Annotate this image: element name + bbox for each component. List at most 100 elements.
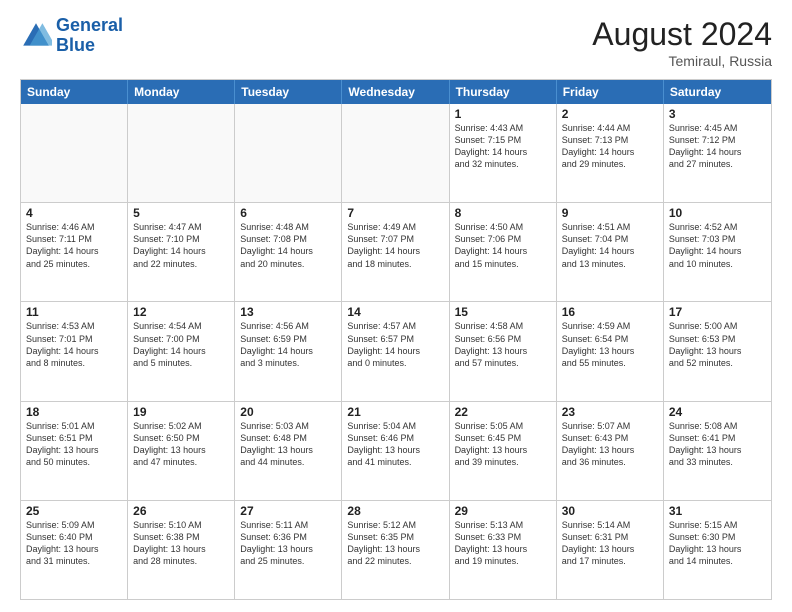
month-year: August 2024	[592, 16, 772, 53]
cal-cell-4-1: 18Sunrise: 5:01 AM Sunset: 6:51 PM Dayli…	[21, 402, 128, 500]
page: General Blue August 2024 Temiraul, Russi…	[0, 0, 792, 612]
cal-cell-2-7: 10Sunrise: 4:52 AM Sunset: 7:03 PM Dayli…	[664, 203, 771, 301]
cal-cell-5-2: 26Sunrise: 5:10 AM Sunset: 6:38 PM Dayli…	[128, 501, 235, 599]
cal-cell-1-2	[128, 104, 235, 202]
logo-text: General Blue	[56, 16, 123, 56]
day-number: 6	[240, 206, 336, 220]
cal-cell-3-2: 12Sunrise: 4:54 AM Sunset: 7:00 PM Dayli…	[128, 302, 235, 400]
calendar-body: 1Sunrise: 4:43 AM Sunset: 7:15 PM Daylig…	[21, 104, 771, 599]
header-friday: Friday	[557, 80, 664, 104]
cell-text: Sunrise: 4:44 AM Sunset: 7:13 PM Dayligh…	[562, 122, 658, 171]
cal-cell-5-3: 27Sunrise: 5:11 AM Sunset: 6:36 PM Dayli…	[235, 501, 342, 599]
day-number: 11	[26, 305, 122, 319]
day-number: 23	[562, 405, 658, 419]
day-number: 2	[562, 107, 658, 121]
cal-row-3: 11Sunrise: 4:53 AM Sunset: 7:01 PM Dayli…	[21, 301, 771, 400]
cell-text: Sunrise: 4:50 AM Sunset: 7:06 PM Dayligh…	[455, 221, 551, 270]
cell-text: Sunrise: 4:57 AM Sunset: 6:57 PM Dayligh…	[347, 320, 443, 369]
cell-text: Sunrise: 5:04 AM Sunset: 6:46 PM Dayligh…	[347, 420, 443, 469]
cal-cell-2-1: 4Sunrise: 4:46 AM Sunset: 7:11 PM Daylig…	[21, 203, 128, 301]
cell-text: Sunrise: 5:12 AM Sunset: 6:35 PM Dayligh…	[347, 519, 443, 568]
cal-cell-2-4: 7Sunrise: 4:49 AM Sunset: 7:07 PM Daylig…	[342, 203, 449, 301]
cal-cell-5-5: 29Sunrise: 5:13 AM Sunset: 6:33 PM Dayli…	[450, 501, 557, 599]
day-number: 20	[240, 405, 336, 419]
location: Temiraul, Russia	[592, 53, 772, 69]
day-number: 5	[133, 206, 229, 220]
logo: General Blue	[20, 16, 123, 56]
cal-cell-5-7: 31Sunrise: 5:15 AM Sunset: 6:30 PM Dayli…	[664, 501, 771, 599]
logo-line1: General	[56, 16, 123, 36]
cal-cell-1-3	[235, 104, 342, 202]
calendar-header: Sunday Monday Tuesday Wednesday Thursday…	[21, 80, 771, 104]
header-monday: Monday	[128, 80, 235, 104]
header-tuesday: Tuesday	[235, 80, 342, 104]
cal-cell-3-4: 14Sunrise: 4:57 AM Sunset: 6:57 PM Dayli…	[342, 302, 449, 400]
cell-text: Sunrise: 4:59 AM Sunset: 6:54 PM Dayligh…	[562, 320, 658, 369]
day-number: 30	[562, 504, 658, 518]
cal-cell-2-5: 8Sunrise: 4:50 AM Sunset: 7:06 PM Daylig…	[450, 203, 557, 301]
cal-cell-5-6: 30Sunrise: 5:14 AM Sunset: 6:31 PM Dayli…	[557, 501, 664, 599]
cal-row-2: 4Sunrise: 4:46 AM Sunset: 7:11 PM Daylig…	[21, 202, 771, 301]
cal-cell-1-7: 3Sunrise: 4:45 AM Sunset: 7:12 PM Daylig…	[664, 104, 771, 202]
cell-text: Sunrise: 5:13 AM Sunset: 6:33 PM Dayligh…	[455, 519, 551, 568]
day-number: 26	[133, 504, 229, 518]
calendar: Sunday Monday Tuesday Wednesday Thursday…	[20, 79, 772, 600]
cell-text: Sunrise: 5:10 AM Sunset: 6:38 PM Dayligh…	[133, 519, 229, 568]
day-number: 18	[26, 405, 122, 419]
cell-text: Sunrise: 5:00 AM Sunset: 6:53 PM Dayligh…	[669, 320, 766, 369]
logo-line2: Blue	[56, 36, 123, 56]
cell-text: Sunrise: 4:46 AM Sunset: 7:11 PM Dayligh…	[26, 221, 122, 270]
day-number: 10	[669, 206, 766, 220]
day-number: 15	[455, 305, 551, 319]
cal-cell-4-4: 21Sunrise: 5:04 AM Sunset: 6:46 PM Dayli…	[342, 402, 449, 500]
cell-text: Sunrise: 5:08 AM Sunset: 6:41 PM Dayligh…	[669, 420, 766, 469]
cell-text: Sunrise: 4:53 AM Sunset: 7:01 PM Dayligh…	[26, 320, 122, 369]
cell-text: Sunrise: 4:47 AM Sunset: 7:10 PM Dayligh…	[133, 221, 229, 270]
cal-cell-3-7: 17Sunrise: 5:00 AM Sunset: 6:53 PM Dayli…	[664, 302, 771, 400]
cell-text: Sunrise: 5:11 AM Sunset: 6:36 PM Dayligh…	[240, 519, 336, 568]
day-number: 22	[455, 405, 551, 419]
cell-text: Sunrise: 4:45 AM Sunset: 7:12 PM Dayligh…	[669, 122, 766, 171]
header-saturday: Saturday	[664, 80, 771, 104]
cal-row-4: 18Sunrise: 5:01 AM Sunset: 6:51 PM Dayli…	[21, 401, 771, 500]
cell-text: Sunrise: 5:14 AM Sunset: 6:31 PM Dayligh…	[562, 519, 658, 568]
cell-text: Sunrise: 5:03 AM Sunset: 6:48 PM Dayligh…	[240, 420, 336, 469]
day-number: 7	[347, 206, 443, 220]
cell-text: Sunrise: 4:43 AM Sunset: 7:15 PM Dayligh…	[455, 122, 551, 171]
day-number: 17	[669, 305, 766, 319]
day-number: 29	[455, 504, 551, 518]
cell-text: Sunrise: 5:09 AM Sunset: 6:40 PM Dayligh…	[26, 519, 122, 568]
cell-text: Sunrise: 4:49 AM Sunset: 7:07 PM Dayligh…	[347, 221, 443, 270]
cal-cell-3-3: 13Sunrise: 4:56 AM Sunset: 6:59 PM Dayli…	[235, 302, 342, 400]
cell-text: Sunrise: 5:15 AM Sunset: 6:30 PM Dayligh…	[669, 519, 766, 568]
cell-text: Sunrise: 4:48 AM Sunset: 7:08 PM Dayligh…	[240, 221, 336, 270]
header-sunday: Sunday	[21, 80, 128, 104]
cell-text: Sunrise: 4:58 AM Sunset: 6:56 PM Dayligh…	[455, 320, 551, 369]
day-number: 4	[26, 206, 122, 220]
day-number: 1	[455, 107, 551, 121]
cal-cell-3-1: 11Sunrise: 4:53 AM Sunset: 7:01 PM Dayli…	[21, 302, 128, 400]
cell-text: Sunrise: 5:01 AM Sunset: 6:51 PM Dayligh…	[26, 420, 122, 469]
day-number: 12	[133, 305, 229, 319]
day-number: 28	[347, 504, 443, 518]
cell-text: Sunrise: 4:52 AM Sunset: 7:03 PM Dayligh…	[669, 221, 766, 270]
cal-cell-5-1: 25Sunrise: 5:09 AM Sunset: 6:40 PM Dayli…	[21, 501, 128, 599]
header: General Blue August 2024 Temiraul, Russi…	[20, 16, 772, 69]
cal-cell-4-6: 23Sunrise: 5:07 AM Sunset: 6:43 PM Dayli…	[557, 402, 664, 500]
day-number: 8	[455, 206, 551, 220]
cal-cell-1-1	[21, 104, 128, 202]
cal-cell-2-3: 6Sunrise: 4:48 AM Sunset: 7:08 PM Daylig…	[235, 203, 342, 301]
cal-cell-2-6: 9Sunrise: 4:51 AM Sunset: 7:04 PM Daylig…	[557, 203, 664, 301]
cell-text: Sunrise: 5:07 AM Sunset: 6:43 PM Dayligh…	[562, 420, 658, 469]
cal-cell-4-2: 19Sunrise: 5:02 AM Sunset: 6:50 PM Dayli…	[128, 402, 235, 500]
day-number: 27	[240, 504, 336, 518]
day-number: 24	[669, 405, 766, 419]
cal-cell-4-5: 22Sunrise: 5:05 AM Sunset: 6:45 PM Dayli…	[450, 402, 557, 500]
cell-text: Sunrise: 5:05 AM Sunset: 6:45 PM Dayligh…	[455, 420, 551, 469]
cal-cell-1-6: 2Sunrise: 4:44 AM Sunset: 7:13 PM Daylig…	[557, 104, 664, 202]
cal-cell-4-7: 24Sunrise: 5:08 AM Sunset: 6:41 PM Dayli…	[664, 402, 771, 500]
cal-cell-3-5: 15Sunrise: 4:58 AM Sunset: 6:56 PM Dayli…	[450, 302, 557, 400]
cal-cell-1-5: 1Sunrise: 4:43 AM Sunset: 7:15 PM Daylig…	[450, 104, 557, 202]
cell-text: Sunrise: 4:51 AM Sunset: 7:04 PM Dayligh…	[562, 221, 658, 270]
cal-row-5: 25Sunrise: 5:09 AM Sunset: 6:40 PM Dayli…	[21, 500, 771, 599]
